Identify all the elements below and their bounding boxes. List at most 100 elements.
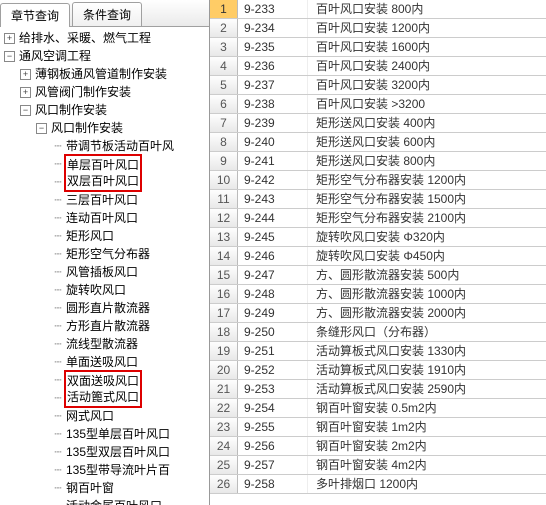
row-number: 24 [210, 437, 238, 455]
tree-label[interactable]: 135型双层百叶风口 [64, 443, 172, 461]
tree-label[interactable]: 风管插板风口 [64, 263, 140, 281]
tree-label[interactable]: 活动篦式风口 [64, 388, 142, 408]
tree-node[interactable]: ┄钢百叶窗 [4, 479, 209, 497]
tree-label[interactable]: 矩形空气分布器 [64, 245, 152, 263]
tree-label[interactable]: 风管阀门制作安装 [33, 83, 133, 101]
tree-node[interactable]: ┄三层百叶风口 [4, 191, 209, 209]
tree-label[interactable]: 方形直片散流器 [64, 317, 152, 335]
tree-label[interactable]: 连动百叶风口 [64, 209, 140, 227]
tree-node[interactable]: ┄风管插板风口 [4, 263, 209, 281]
row-number: 18 [210, 323, 238, 341]
tree-node[interactable]: −风口制作安装 [4, 101, 209, 119]
table-row[interactable]: 219-253活动算板式风口安装 2590内 [210, 380, 546, 399]
tree-node[interactable]: ┄135型双层百叶风口 [4, 443, 209, 461]
tree-node[interactable]: ┄活动篦式风口 [4, 389, 209, 407]
collapse-icon[interactable]: − [4, 51, 15, 62]
table-row[interactable]: 49-236百叶风口安装 2400内 [210, 57, 546, 76]
tree-label[interactable]: 矩形风口 [64, 227, 116, 245]
tree-label[interactable]: 流线型散流器 [64, 335, 140, 353]
expand-icon[interactable]: + [20, 69, 31, 80]
tree-label[interactable]: 钢百叶窗 [64, 479, 116, 497]
tree-node[interactable]: ┄方形直片散流器 [4, 317, 209, 335]
table-row[interactable]: 79-239矩形送风口安装 400内 [210, 114, 546, 133]
tree-label[interactable]: 三层百叶风口 [64, 191, 140, 209]
tree-node[interactable]: ┄圆形直片散流器 [4, 299, 209, 317]
table-row[interactable]: 139-245旋转吹风口安装 Φ320内 [210, 228, 546, 247]
table-row[interactable]: 209-252活动算板式风口安装 1910内 [210, 361, 546, 380]
tree-node[interactable]: ┄135型单层百叶风口 [4, 425, 209, 443]
table-row[interactable]: 19-233百叶风口安装 800内 [210, 0, 546, 19]
table-row[interactable]: 199-251活动算板式风口安装 1330内 [210, 342, 546, 361]
table-row[interactable]: 179-249方、圆形散流器安装 2000内 [210, 304, 546, 323]
tab-condition-query[interactable]: 条件查询 [72, 2, 142, 26]
table-row[interactable]: 89-240矩形送风口安装 600内 [210, 133, 546, 152]
tree-node[interactable]: −通风空调工程 [4, 47, 209, 65]
table-row[interactable]: 169-248方、圆形散流器安装 1000内 [210, 285, 546, 304]
tree-node[interactable]: ┄单面送吸风口 [4, 353, 209, 371]
tree-label[interactable]: 旋转吹风口 [64, 281, 128, 299]
tree-label[interactable]: 135型带导流叶片百 [64, 461, 172, 479]
row-number: 22 [210, 399, 238, 417]
tree-node[interactable]: ┄旋转吹风口 [4, 281, 209, 299]
table-row[interactable]: 69-238百叶风口安装 >3200 [210, 95, 546, 114]
table-row[interactable]: 129-244矩形空气分布器安装 2100内 [210, 209, 546, 228]
tree-label[interactable]: 双面送吸风口 [64, 370, 142, 390]
row-number: 10 [210, 171, 238, 189]
table-row[interactable]: 39-235百叶风口安装 1600内 [210, 38, 546, 57]
tree-node[interactable]: −风口制作安装 [4, 119, 209, 137]
tree-node[interactable]: ┄带调节板活动百叶风 [4, 137, 209, 155]
collapse-icon[interactable]: − [36, 123, 47, 134]
tree-label[interactable]: 带调节板活动百叶风 [64, 137, 176, 155]
tree-label[interactable]: 薄钢板通风管道制作安装 [33, 65, 169, 83]
tree-view[interactable]: +给排水、采暖、燃气工程−通风空调工程+薄钢板通风管道制作安装+风管阀门制作安装… [0, 27, 209, 505]
row-number: 23 [210, 418, 238, 436]
tree-node[interactable]: ┄矩形空气分布器 [4, 245, 209, 263]
tree-label[interactable]: 双层百叶风口 [64, 172, 142, 192]
tree-node[interactable]: +风管阀门制作安装 [4, 83, 209, 101]
tree-node[interactable]: +给排水、采暖、燃气工程 [4, 29, 209, 47]
table-row[interactable]: 59-237百叶风口安装 3200内 [210, 76, 546, 95]
table-row[interactable]: 29-234百叶风口安装 1200内 [210, 19, 546, 38]
tree-label[interactable]: 活动金属百叶风口 [64, 497, 164, 505]
tab-chapter-query[interactable]: 章节查询 [0, 3, 70, 27]
table-row[interactable]: 269-258多叶排烟口 1200内 [210, 475, 546, 494]
tree-node[interactable]: ┄单层百叶风口 [4, 155, 209, 173]
tree-label[interactable]: 135型单层百叶风口 [64, 425, 172, 443]
tree-label[interactable]: 风口制作安装 [33, 101, 109, 119]
row-number: 5 [210, 76, 238, 94]
tree-node[interactable]: ┄矩形风口 [4, 227, 209, 245]
collapse-icon[interactable]: − [20, 105, 31, 116]
tree-node[interactable]: ┄网式风口 [4, 407, 209, 425]
table-row[interactable]: 249-256钢百叶窗安装 2m2内 [210, 437, 546, 456]
table-row[interactable]: 189-250条缝形风口（分布器） [210, 323, 546, 342]
tree-node[interactable]: ┄135型带导流叶片百 [4, 461, 209, 479]
leaf-icon: ┄ [52, 173, 64, 191]
table-row[interactable]: 149-246旋转吹风口安装 Φ450内 [210, 247, 546, 266]
tree-label[interactable]: 单层百叶风口 [64, 154, 142, 174]
tree-node[interactable]: ┄活动金属百叶风口 [4, 497, 209, 505]
tree-node[interactable]: ┄双面送吸风口 [4, 371, 209, 389]
expand-icon[interactable]: + [20, 87, 31, 98]
table-row[interactable]: 239-255钢百叶窗安装 1m2内 [210, 418, 546, 437]
table-row[interactable]: 119-243矩形空气分布器安装 1500内 [210, 190, 546, 209]
tree-node[interactable]: ┄双层百叶风口 [4, 173, 209, 191]
tree-label[interactable]: 给排水、采暖、燃气工程 [17, 29, 153, 47]
tree-node[interactable]: ┄连动百叶风口 [4, 209, 209, 227]
row-desc: 方、圆形散流器安装 1000内 [308, 285, 546, 303]
tree-node[interactable]: +薄钢板通风管道制作安装 [4, 65, 209, 83]
tree-label[interactable]: 风口制作安装 [49, 119, 125, 137]
tree-label[interactable]: 圆形直片散流器 [64, 299, 152, 317]
tree-label[interactable]: 单面送吸风口 [64, 353, 140, 371]
row-desc: 旋转吹风口安装 Φ320内 [308, 228, 546, 246]
table-row[interactable]: 229-254钢百叶窗安装 0.5m2内 [210, 399, 546, 418]
table-row[interactable]: 109-242矩形空气分布器安装 1200内 [210, 171, 546, 190]
tree-node[interactable]: ┄流线型散流器 [4, 335, 209, 353]
tree-label[interactable]: 网式风口 [64, 407, 116, 425]
table-row[interactable]: 159-247方、圆形散流器安装 500内 [210, 266, 546, 285]
expand-icon[interactable]: + [4, 33, 15, 44]
tree-label[interactable]: 通风空调工程 [17, 47, 93, 65]
table-row[interactable]: 259-257钢百叶窗安装 4m2内 [210, 456, 546, 475]
left-panel: 章节查询 条件查询 +给排水、采暖、燃气工程−通风空调工程+薄钢板通风管道制作安… [0, 0, 210, 505]
table-row[interactable]: 99-241矩形送风口安装 800内 [210, 152, 546, 171]
data-grid[interactable]: 19-233百叶风口安装 800内29-234百叶风口安装 1200内39-23… [210, 0, 546, 505]
